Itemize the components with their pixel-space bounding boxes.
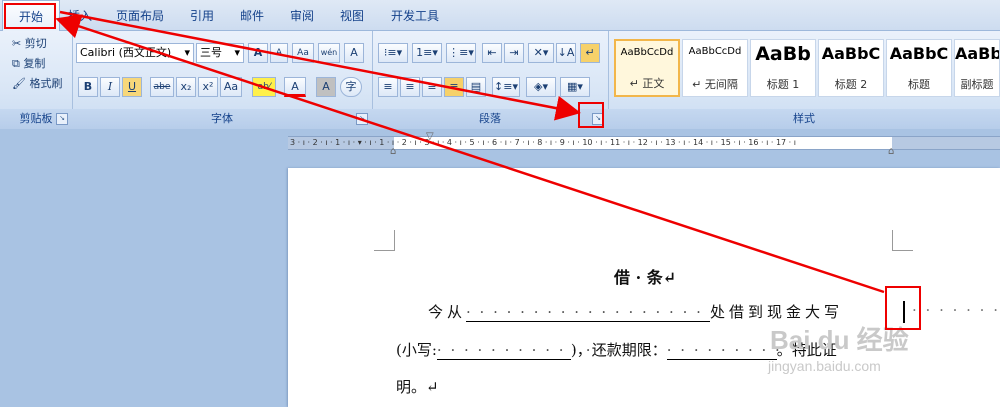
annotation-arrows — [55, 10, 885, 294]
arrow-to-paragraph-launcher — [59, 10, 581, 121]
arrow-to-home-tab — [55, 14, 885, 294]
